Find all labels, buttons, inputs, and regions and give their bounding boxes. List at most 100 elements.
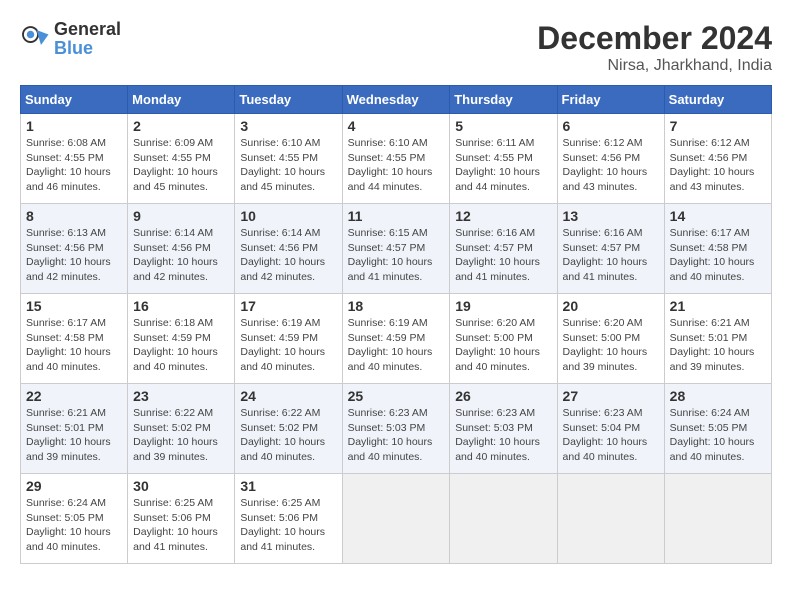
calendar-day-cell: 12 Sunrise: 6:16 AM Sunset: 4:57 PM Dayl…	[450, 204, 557, 294]
day-info: Sunrise: 6:10 AM Sunset: 4:55 PM Dayligh…	[240, 136, 336, 195]
calendar-week-row: 29 Sunrise: 6:24 AM Sunset: 5:05 PM Dayl…	[21, 474, 772, 564]
calendar-day-cell: 2 Sunrise: 6:09 AM Sunset: 4:55 PM Dayli…	[128, 114, 235, 204]
day-info: Sunrise: 6:09 AM Sunset: 4:55 PM Dayligh…	[133, 136, 229, 195]
calendar-day-cell: 22 Sunrise: 6:21 AM Sunset: 5:01 PM Dayl…	[21, 384, 128, 474]
day-number: 18	[348, 298, 445, 314]
day-number: 2	[133, 118, 229, 134]
calendar-day-cell: 23 Sunrise: 6:22 AM Sunset: 5:02 PM Dayl…	[128, 384, 235, 474]
page-header: General Blue December 2024 Nirsa, Jharkh…	[20, 20, 772, 75]
calendar-day-cell: 16 Sunrise: 6:18 AM Sunset: 4:59 PM Dayl…	[128, 294, 235, 384]
calendar-week-row: 8 Sunrise: 6:13 AM Sunset: 4:56 PM Dayli…	[21, 204, 772, 294]
day-number: 21	[670, 298, 766, 314]
logo-icon	[20, 24, 50, 54]
day-number: 3	[240, 118, 336, 134]
day-info: Sunrise: 6:21 AM Sunset: 5:01 PM Dayligh…	[26, 406, 122, 465]
calendar-day-cell: 28 Sunrise: 6:24 AM Sunset: 5:05 PM Dayl…	[664, 384, 771, 474]
day-info: Sunrise: 6:17 AM Sunset: 4:58 PM Dayligh…	[670, 226, 766, 285]
day-info: Sunrise: 6:25 AM Sunset: 5:06 PM Dayligh…	[133, 496, 229, 555]
day-number: 20	[563, 298, 659, 314]
calendar-week-row: 15 Sunrise: 6:17 AM Sunset: 4:58 PM Dayl…	[21, 294, 772, 384]
day-info: Sunrise: 6:24 AM Sunset: 5:05 PM Dayligh…	[26, 496, 122, 555]
calendar-day-cell: 10 Sunrise: 6:14 AM Sunset: 4:56 PM Dayl…	[235, 204, 342, 294]
calendar-day-cell: 4 Sunrise: 6:10 AM Sunset: 4:55 PM Dayli…	[342, 114, 450, 204]
calendar-day-cell: 30 Sunrise: 6:25 AM Sunset: 5:06 PM Dayl…	[128, 474, 235, 564]
day-info: Sunrise: 6:17 AM Sunset: 4:58 PM Dayligh…	[26, 316, 122, 375]
logo-blue: Blue	[54, 38, 93, 58]
calendar-day-cell: 8 Sunrise: 6:13 AM Sunset: 4:56 PM Dayli…	[21, 204, 128, 294]
day-info: Sunrise: 6:21 AM Sunset: 5:01 PM Dayligh…	[670, 316, 766, 375]
logo-general: General	[54, 19, 121, 39]
calendar-day-cell: 15 Sunrise: 6:17 AM Sunset: 4:58 PM Dayl…	[21, 294, 128, 384]
day-info: Sunrise: 6:08 AM Sunset: 4:55 PM Dayligh…	[26, 136, 122, 195]
calendar-day-cell: 6 Sunrise: 6:12 AM Sunset: 4:56 PM Dayli…	[557, 114, 664, 204]
calendar-day-cell	[664, 474, 771, 564]
col-saturday: Saturday	[664, 86, 771, 114]
calendar-day-cell: 14 Sunrise: 6:17 AM Sunset: 4:58 PM Dayl…	[664, 204, 771, 294]
calendar-day-cell: 21 Sunrise: 6:21 AM Sunset: 5:01 PM Dayl…	[664, 294, 771, 384]
month-title: December 2024	[537, 20, 772, 57]
day-number: 16	[133, 298, 229, 314]
calendar-day-cell: 11 Sunrise: 6:15 AM Sunset: 4:57 PM Dayl…	[342, 204, 450, 294]
day-number: 14	[670, 208, 766, 224]
calendar-day-cell: 19 Sunrise: 6:20 AM Sunset: 5:00 PM Dayl…	[450, 294, 557, 384]
calendar-day-cell: 9 Sunrise: 6:14 AM Sunset: 4:56 PM Dayli…	[128, 204, 235, 294]
day-number: 28	[670, 388, 766, 404]
calendar-day-cell: 29 Sunrise: 6:24 AM Sunset: 5:05 PM Dayl…	[21, 474, 128, 564]
col-tuesday: Tuesday	[235, 86, 342, 114]
day-info: Sunrise: 6:24 AM Sunset: 5:05 PM Dayligh…	[670, 406, 766, 465]
logo-text: General Blue	[54, 20, 121, 58]
day-info: Sunrise: 6:19 AM Sunset: 4:59 PM Dayligh…	[240, 316, 336, 375]
day-info: Sunrise: 6:16 AM Sunset: 4:57 PM Dayligh…	[455, 226, 551, 285]
day-number: 31	[240, 478, 336, 494]
day-info: Sunrise: 6:14 AM Sunset: 4:56 PM Dayligh…	[133, 226, 229, 285]
calendar-day-cell: 7 Sunrise: 6:12 AM Sunset: 4:56 PM Dayli…	[664, 114, 771, 204]
day-info: Sunrise: 6:12 AM Sunset: 4:56 PM Dayligh…	[563, 136, 659, 195]
day-number: 9	[133, 208, 229, 224]
calendar-table: Sunday Monday Tuesday Wednesday Thursday…	[20, 85, 772, 564]
calendar-day-cell	[557, 474, 664, 564]
col-friday: Friday	[557, 86, 664, 114]
day-number: 10	[240, 208, 336, 224]
calendar-day-cell	[342, 474, 450, 564]
calendar-day-cell: 1 Sunrise: 6:08 AM Sunset: 4:55 PM Dayli…	[21, 114, 128, 204]
day-number: 25	[348, 388, 445, 404]
day-number: 15	[26, 298, 122, 314]
day-info: Sunrise: 6:18 AM Sunset: 4:59 PM Dayligh…	[133, 316, 229, 375]
day-number: 30	[133, 478, 229, 494]
day-info: Sunrise: 6:19 AM Sunset: 4:59 PM Dayligh…	[348, 316, 445, 375]
calendar-day-cell: 17 Sunrise: 6:19 AM Sunset: 4:59 PM Dayl…	[235, 294, 342, 384]
day-number: 4	[348, 118, 445, 134]
day-number: 6	[563, 118, 659, 134]
day-info: Sunrise: 6:23 AM Sunset: 5:04 PM Dayligh…	[563, 406, 659, 465]
day-info: Sunrise: 6:16 AM Sunset: 4:57 PM Dayligh…	[563, 226, 659, 285]
logo: General Blue	[20, 20, 121, 58]
day-number: 19	[455, 298, 551, 314]
day-info: Sunrise: 6:11 AM Sunset: 4:55 PM Dayligh…	[455, 136, 551, 195]
location-title: Nirsa, Jharkhand, India	[537, 57, 772, 75]
day-number: 27	[563, 388, 659, 404]
calendar-day-cell: 31 Sunrise: 6:25 AM Sunset: 5:06 PM Dayl…	[235, 474, 342, 564]
day-info: Sunrise: 6:22 AM Sunset: 5:02 PM Dayligh…	[240, 406, 336, 465]
day-number: 17	[240, 298, 336, 314]
day-info: Sunrise: 6:12 AM Sunset: 4:56 PM Dayligh…	[670, 136, 766, 195]
calendar-day-cell: 24 Sunrise: 6:22 AM Sunset: 5:02 PM Dayl…	[235, 384, 342, 474]
day-info: Sunrise: 6:14 AM Sunset: 4:56 PM Dayligh…	[240, 226, 336, 285]
day-info: Sunrise: 6:10 AM Sunset: 4:55 PM Dayligh…	[348, 136, 445, 195]
calendar-day-cell: 20 Sunrise: 6:20 AM Sunset: 5:00 PM Dayl…	[557, 294, 664, 384]
day-number: 12	[455, 208, 551, 224]
day-info: Sunrise: 6:23 AM Sunset: 5:03 PM Dayligh…	[348, 406, 445, 465]
day-info: Sunrise: 6:13 AM Sunset: 4:56 PM Dayligh…	[26, 226, 122, 285]
title-block: December 2024 Nirsa, Jharkhand, India	[537, 20, 772, 75]
day-number: 23	[133, 388, 229, 404]
day-number: 8	[26, 208, 122, 224]
calendar-day-cell: 3 Sunrise: 6:10 AM Sunset: 4:55 PM Dayli…	[235, 114, 342, 204]
day-number: 29	[26, 478, 122, 494]
calendar-day-cell: 25 Sunrise: 6:23 AM Sunset: 5:03 PM Dayl…	[342, 384, 450, 474]
col-sunday: Sunday	[21, 86, 128, 114]
day-number: 7	[670, 118, 766, 134]
day-number: 5	[455, 118, 551, 134]
calendar-day-cell: 27 Sunrise: 6:23 AM Sunset: 5:04 PM Dayl…	[557, 384, 664, 474]
col-monday: Monday	[128, 86, 235, 114]
col-thursday: Thursday	[450, 86, 557, 114]
calendar-day-cell: 26 Sunrise: 6:23 AM Sunset: 5:03 PM Dayl…	[450, 384, 557, 474]
